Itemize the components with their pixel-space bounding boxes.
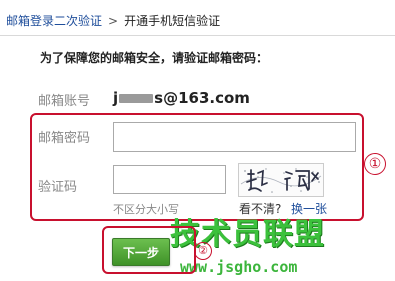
account-mask [119, 94, 154, 103]
watermark-url: www.jsgho.com [180, 258, 298, 276]
annotation-marker-2: ② [194, 242, 212, 260]
breadcrumb: 邮箱登录二次验证 > 开通手机短信验证 [6, 12, 220, 29]
header-divider [0, 35, 395, 36]
account-label: 邮箱账号 [38, 94, 91, 109]
breadcrumb-parent-link[interactable]: 邮箱登录二次验证 [6, 14, 102, 28]
instruction-text: 为了保障您的邮箱安全，请验证邮箱密码： [40, 51, 269, 65]
account-suffix: s@163.com [154, 89, 250, 107]
annotation-box-button [102, 226, 196, 274]
breadcrumb-current: 开通手机短信验证 [124, 14, 221, 28]
account-prefix: j [113, 89, 119, 107]
breadcrumb-separator: > [108, 14, 119, 28]
annotation-box-form [30, 113, 364, 221]
annotation-marker-1: ① [364, 153, 386, 175]
account-value: j s@163.com [113, 89, 250, 107]
